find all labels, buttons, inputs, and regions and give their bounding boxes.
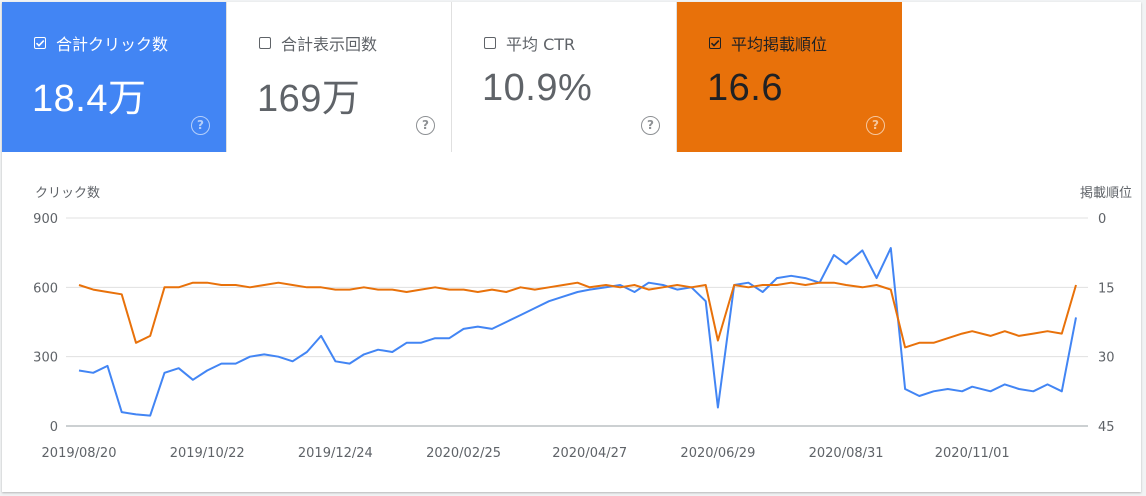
metric-tile-total-clicks[interactable]: 合計クリック数 18.4万 ? <box>2 2 227 152</box>
y2-axis-label: 掲載順位 <box>1080 185 1132 201</box>
x-ticks: 2019/08/20 2019/10/22 2019/12/24 2020/02/25… <box>42 446 1010 461</box>
metric-value: 10.9% <box>482 67 593 109</box>
metric-tiles: 合計クリック数 18.4万 ? 合計表示回数 169万 ? 平均 CTR 10.… <box>2 2 902 152</box>
y-tick-label: 900 <box>33 212 58 227</box>
x-tick-label: 2020/08/31 <box>809 446 884 461</box>
grid-lines <box>66 217 1088 427</box>
checkbox-unchecked-icon[interactable] <box>259 37 271 49</box>
metric-label: 平均 CTR <box>506 35 576 54</box>
y-tick-label: 600 <box>33 281 58 296</box>
checkbox-checked-icon[interactable] <box>34 37 46 49</box>
metric-value: 18.4万 <box>32 78 147 120</box>
series-line <box>78 247 1077 417</box>
x-tick-label: 2020/02/25 <box>426 446 501 461</box>
x-tick-label: 2020/06/29 <box>680 446 755 461</box>
y-axis-label: クリック数 <box>35 186 100 201</box>
x-tick-label: 2020/04/27 <box>552 446 627 461</box>
metric-label: 合計クリック数 <box>56 35 169 54</box>
metric-tile-average-position[interactable]: 平均掲載順位 16.6 ? <box>677 2 902 152</box>
help-icon[interactable]: ? <box>641 116 660 135</box>
help-icon[interactable]: ? <box>191 116 210 135</box>
y-ticks: 0 300 600 900 <box>33 212 58 435</box>
metric-label: 合計表示回数 <box>281 35 378 54</box>
x-tick-label: 2019/10/22 <box>170 446 245 461</box>
x-tick-label: 2019/08/20 <box>42 446 117 461</box>
metric-label: 平均掲載順位 <box>731 35 828 54</box>
y2-tick-label: 0 <box>1098 212 1106 227</box>
metric-tile-average-ctr[interactable]: 平均 CTR 10.9% ? <box>452 2 677 152</box>
y2-tick-label: 15 <box>1098 281 1115 296</box>
metric-value: 16.6 <box>707 67 783 109</box>
help-icon[interactable]: ? <box>416 116 435 135</box>
y2-tick-label: 30 <box>1098 351 1115 366</box>
performance-chart: クリック数 掲載順位 0 300 600 900 45 30 15 0 2019/08/20… <box>2 152 1141 492</box>
metric-value: 169万 <box>257 78 361 120</box>
x-tick-label: 2020/11/01 <box>935 446 1010 461</box>
x-tick-label: 2019/12/24 <box>298 446 373 461</box>
performance-card: 合計クリック数 18.4万 ? 合計表示回数 169万 ? 平均 CTR 10.… <box>2 2 1141 492</box>
checkbox-unchecked-icon[interactable] <box>484 37 496 49</box>
checkbox-checked-icon[interactable] <box>709 37 721 49</box>
help-icon[interactable]: ? <box>866 116 885 135</box>
y2-tick-label: 45 <box>1098 420 1115 435</box>
y-tick-label: 300 <box>33 351 58 366</box>
metric-tile-total-impressions[interactable]: 合計表示回数 169万 ? <box>227 2 452 152</box>
series-lines <box>78 247 1077 417</box>
y2-ticks: 45 30 15 0 <box>1098 212 1115 435</box>
line-chart: クリック数 掲載順位 0 300 600 900 45 30 15 0 2019/08/20… <box>33 185 1132 461</box>
y-tick-label: 0 <box>50 420 58 435</box>
